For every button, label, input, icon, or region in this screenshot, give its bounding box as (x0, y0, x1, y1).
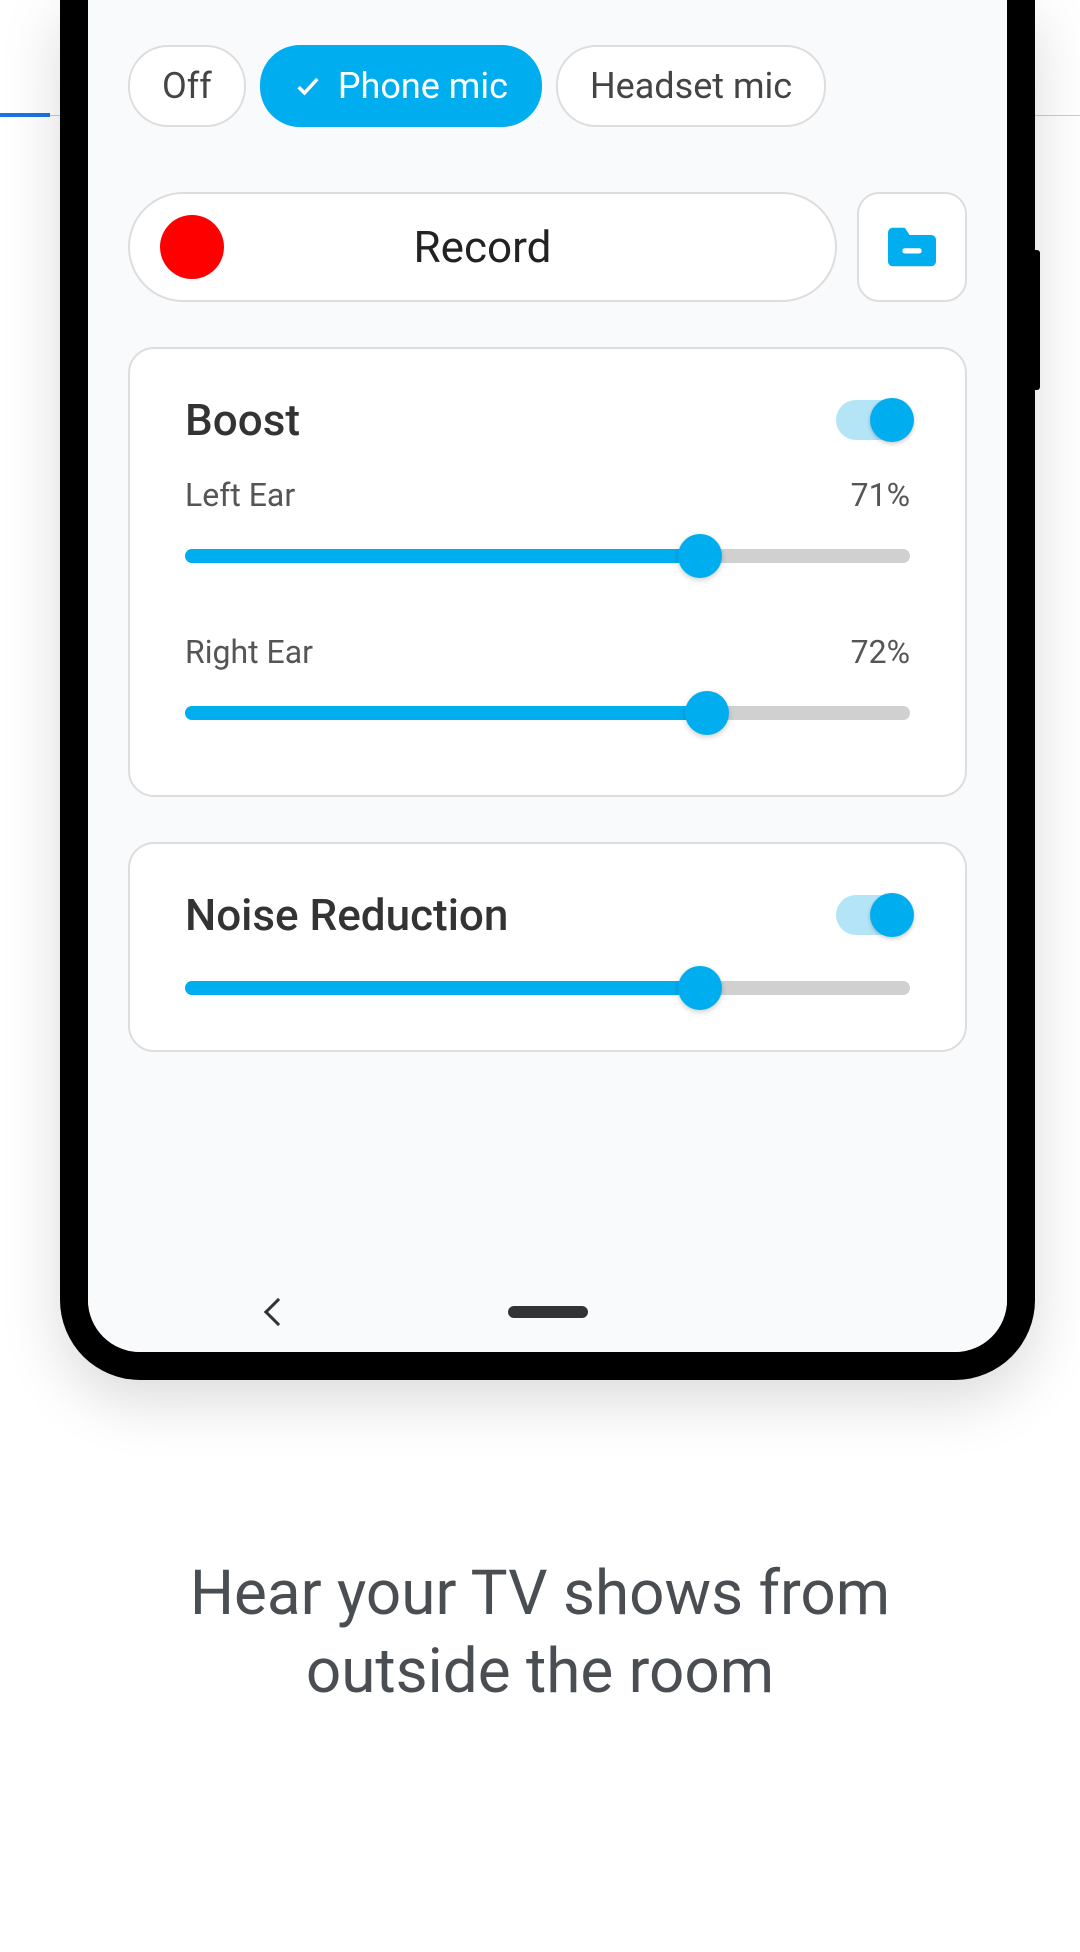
nav-back-icon[interactable] (264, 1298, 292, 1326)
record-row: Record (128, 192, 967, 302)
mic-off-button[interactable]: Off (128, 45, 246, 127)
header-accent-line (0, 113, 50, 117)
phone-frame: Off Phone mic Headset mic Record (60, 0, 1035, 1380)
folder-button[interactable] (857, 192, 967, 302)
nav-home-pill[interactable] (508, 1306, 588, 1318)
mic-off-label: Off (162, 65, 212, 107)
right-ear-labels: Right Ear 72% (185, 633, 910, 671)
noise-reduction-title: Noise Reduction (185, 889, 508, 941)
mic-phone-button[interactable]: Phone mic (260, 45, 542, 127)
mic-headset-button[interactable]: Headset mic (556, 45, 826, 127)
slider-fill (185, 549, 700, 563)
android-nav-bar (88, 1272, 1007, 1352)
slider-fill (185, 981, 700, 995)
phone-side-button (1034, 250, 1040, 390)
app-screen: Off Phone mic Headset mic Record (88, 0, 1007, 1352)
right-ear-label: Right Ear (185, 633, 313, 671)
left-ear-slider[interactable] (185, 549, 910, 563)
boost-header: Boost (185, 394, 910, 446)
left-ear-label: Left Ear (185, 476, 295, 514)
tagline-text: Hear your TV shows from outside the room (0, 1555, 1080, 1710)
folder-icon (883, 223, 941, 271)
boost-card: Boost Left Ear 71% Right Ear 72% (128, 347, 967, 797)
mic-phone-label: Phone mic (338, 65, 508, 107)
right-ear-slider[interactable] (185, 706, 910, 720)
mic-selector-group: Off Phone mic Headset mic (128, 0, 967, 127)
record-label: Record (414, 221, 552, 273)
record-button[interactable]: Record (128, 192, 837, 302)
left-ear-labels: Left Ear 71% (185, 476, 910, 514)
mic-headset-label: Headset mic (590, 65, 792, 107)
left-ear-group: Left Ear 71% (185, 476, 910, 563)
noise-reduction-card: Noise Reduction (128, 842, 967, 1052)
boost-toggle[interactable] (836, 400, 910, 440)
slider-fill (185, 706, 707, 720)
toggle-thumb (870, 893, 914, 937)
boost-title: Boost (185, 394, 300, 446)
record-dot-icon (160, 215, 224, 279)
right-ear-value: 72% (851, 633, 910, 671)
left-ear-value: 71% (851, 476, 910, 514)
noise-reduction-header: Noise Reduction (185, 889, 910, 941)
noise-reduction-slider[interactable] (185, 981, 910, 995)
slider-thumb (678, 966, 722, 1010)
check-icon (294, 72, 322, 100)
slider-thumb (678, 534, 722, 578)
noise-reduction-toggle[interactable] (836, 895, 910, 935)
toggle-thumb (870, 398, 914, 442)
slider-thumb (685, 691, 729, 735)
right-ear-group: Right Ear 72% (185, 633, 910, 720)
